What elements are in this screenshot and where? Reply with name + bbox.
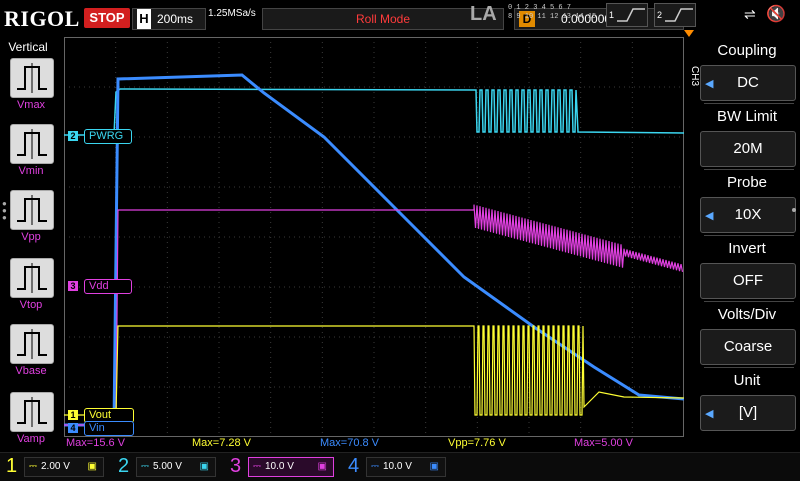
measure-vpp-label: Vpp — [21, 231, 41, 243]
menu-coupling-header: Coupling — [717, 42, 777, 59]
vamp-icon — [17, 397, 47, 427]
channel-settings-menu: Coupling ◀ DC BW Limit 20M Probe ◀ 10X Invert OFF… — [700, 38, 796, 438]
sample-rate: 1.25MSa/s — [208, 8, 256, 19]
vout-channel-number: 1 — [68, 410, 78, 420]
pwrg-channel-number: 2 — [68, 131, 78, 141]
channel-1-number[interactable]: 1 — [6, 455, 17, 478]
trigger-edge-slot-1[interactable]: 1 — [606, 3, 648, 27]
measurement-3: Max=70.8 V — [320, 437, 380, 449]
logic-analyzer-label[interactable]: LA — [470, 3, 497, 26]
channel-2-number[interactable]: 2 — [118, 455, 129, 478]
vin-label: Vin — [84, 421, 134, 436]
menu-coupling-value[interactable]: ◀ DC — [700, 65, 796, 101]
menu-invert-header: Invert — [728, 240, 766, 257]
trigger-position-marker — [684, 30, 694, 37]
measurement-1: Max=15.6 V — [66, 437, 126, 449]
measure-vamp-label: Vamp — [17, 433, 45, 445]
menu-unit-value[interactable]: ◀ [V] — [700, 395, 796, 431]
pwrg-label: PWRG — [84, 129, 132, 144]
trigger-slot-2-number: 2 — [657, 10, 663, 20]
menu-separator — [704, 301, 794, 302]
dc-coupling-icon: ⎓ — [253, 461, 261, 472]
dc-coupling-icon: ⎓ — [141, 461, 149, 472]
measurement-5: Max=5.00 V — [574, 437, 634, 449]
channel-4-number[interactable]: 4 — [348, 455, 359, 478]
menu-probe-header: Probe — [726, 174, 768, 191]
measurement-results: Max=15.6 V Max=7.28 V Max=70.8 V Vpp=7.7… — [64, 437, 684, 451]
dc-coupling-icon: ⎓ — [29, 461, 37, 472]
measure-vmin-button[interactable] — [10, 124, 54, 164]
page-indicator-dots: ● ● ● — [2, 199, 7, 222]
trigger-slot-1-number: 1 — [609, 10, 615, 20]
menu-probe-value[interactable]: ◀ 10X — [700, 197, 796, 233]
vtop-icon — [17, 263, 47, 293]
usb-icon: ⇌ — [744, 6, 756, 22]
menu-volts-div-header: Volts/Div — [717, 306, 777, 323]
menu-unit-header: Unit — [733, 372, 761, 389]
measure-vtop-label: Vtop — [19, 299, 43, 311]
timebase-box[interactable]: H 200ms — [132, 8, 206, 30]
channel-4-scale-box[interactable]: ⎓ 10.0 V ▣ — [366, 457, 446, 477]
menu-bw-limit-value[interactable]: 20M — [700, 131, 796, 167]
measure-vbase-label: Vbase — [15, 365, 47, 377]
timebase-value: 200ms — [157, 12, 194, 26]
measure-vmax-label: Vmax — [16, 99, 46, 111]
vdd-label: Vdd — [84, 279, 132, 294]
channel-1-scale-box[interactable]: ⎓ 2.00 V ▣ — [24, 457, 104, 477]
menu-separator — [704, 103, 794, 104]
menu-volts-div-value[interactable]: Coarse — [700, 329, 796, 365]
rising-edge-icon — [617, 8, 645, 22]
vmax-icon — [17, 63, 47, 93]
waveform-display[interactable] — [64, 37, 684, 437]
bandwidth-limit-icon: ▣ — [199, 461, 209, 472]
bandwidth-limit-icon: ▣ — [87, 461, 97, 472]
trigger-edge-slot-2[interactable]: 2 — [654, 3, 696, 27]
vin-channel-number: 4 — [68, 423, 78, 433]
measure-vmin-label: Vmin — [18, 165, 44, 177]
acquisition-mode[interactable]: Roll Mode — [262, 8, 504, 30]
logic-channel-row-1: 0 1 2 3 4 5 6 7 — [508, 4, 572, 12]
measure-vtop-button[interactable] — [10, 258, 54, 298]
menu-bw-limit-header: BW Limit — [717, 108, 777, 125]
rising-edge-icon — [665, 8, 693, 22]
vpp-icon — [17, 195, 47, 225]
timebase-letter: H — [137, 9, 151, 29]
channel-2-scale-box[interactable]: ⎓ 5.00 V ▣ — [136, 457, 216, 477]
bandwidth-limit-icon: ▣ — [429, 461, 439, 472]
menu-channel-label: CH3 — [689, 66, 700, 87]
logic-channel-grid[interactable]: 0 1 2 3 4 5 6 7 8 9 10 11 12 13 14 15 — [508, 4, 602, 24]
bandwidth-limit-icon: ▣ — [317, 461, 327, 472]
vbase-icon — [17, 329, 47, 359]
menu-separator — [704, 169, 794, 170]
brand-logo: RIGOL — [4, 6, 80, 31]
channel-3-number[interactable]: 3 — [230, 455, 241, 478]
measurement-4: Vpp=7.76 V — [448, 437, 506, 449]
menu-separator — [704, 367, 794, 368]
vdd-channel-number: 3 — [68, 281, 78, 291]
measurement-2: Max=7.28 V — [192, 437, 252, 449]
menu-invert-value[interactable]: OFF — [700, 263, 796, 299]
run-stop-indicator[interactable]: STOP — [84, 8, 130, 28]
measure-vamp-button[interactable] — [10, 392, 54, 432]
measure-vpp-button[interactable] — [10, 190, 54, 230]
logic-channel-row-2: 8 9 10 11 12 13 14 15 — [508, 13, 597, 21]
dc-coupling-icon: ⎓ — [371, 461, 379, 472]
measure-vmax-button[interactable] — [10, 58, 54, 98]
speaker-muted-icon[interactable]: 🔇 — [766, 4, 786, 24]
menu-separator — [704, 235, 794, 236]
menu-page-dot — [792, 208, 796, 212]
measure-category-label: Vertical — [8, 40, 48, 54]
channel-3-scale-box[interactable]: ⎓ 10.0 V ▣ — [248, 457, 334, 477]
vmin-icon — [17, 129, 47, 159]
measure-vbase-button[interactable] — [10, 324, 54, 364]
